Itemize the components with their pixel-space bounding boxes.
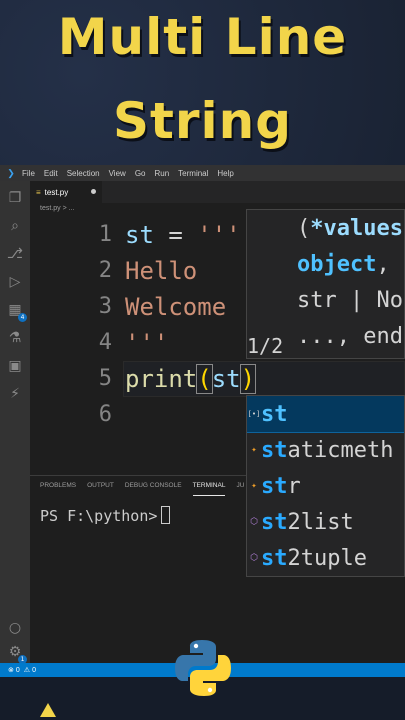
menu-help[interactable]: Help [217, 169, 233, 178]
class-icon: ✦ [251, 481, 257, 491]
class-icon: ✦ [251, 445, 257, 455]
source-control-icon[interactable]: ⎇ [6, 245, 24, 263]
suggestion-label: staticmeth [261, 437, 394, 463]
extensions-icon[interactable]: ▦ 4 [6, 301, 27, 322]
tab-problems[interactable]: PROBLEMS [40, 482, 76, 496]
menu-selection[interactable]: Selection [67, 169, 100, 178]
menu-go[interactable]: Go [135, 169, 146, 178]
tab-label: test.py [44, 187, 69, 197]
line-number: 5 [98, 366, 112, 391]
code-text: print(st) [125, 364, 257, 394]
line-number: 4 [98, 330, 112, 355]
python-logo-icon [175, 640, 231, 696]
suggestion-label: str [261, 473, 301, 499]
run-debug-icon[interactable]: ▷ [6, 273, 24, 291]
hint-signature-line-4: ..., end [297, 324, 403, 349]
terminal-prompt: PS F:\python> [40, 507, 158, 525]
suggestion-label: st2tuple [261, 545, 367, 571]
live-share-icon[interactable]: ⚡ [6, 385, 24, 403]
python-file-icon: ≡ [36, 187, 41, 197]
warning-icon[interactable]: ⚠ [24, 666, 30, 674]
line-number: 6 [98, 402, 112, 427]
tab-terminal[interactable]: TERMINAL [192, 482, 226, 496]
code-text: Hello [125, 257, 198, 285]
line-number: 2 [98, 258, 112, 283]
suggestion-item[interactable]: ✦ str [247, 468, 404, 504]
parameter-hints-popup: (*values object, str | No ..., end 1/2 [246, 209, 405, 359]
activity-bar: ❐ ⌕ ⎇ ▷ ▦ 4 ⚗ ▣ ⚡ ○ ⚙ 1 [0, 181, 30, 664]
overload-counter[interactable]: 1/2 [247, 334, 283, 358]
menu-bar: ❯ File Edit Selection View Go Run Termin… [0, 165, 405, 181]
code-line-5: 5 print(st) [30, 361, 405, 397]
explorer-icon[interactable]: ❐ [6, 189, 24, 207]
menu-edit[interactable]: Edit [44, 169, 58, 178]
menu-file[interactable]: File [22, 169, 35, 178]
menu-view[interactable]: View [109, 169, 126, 178]
function-icon: ⬡ [250, 517, 258, 527]
panel-tabs: PROBLEMS OUTPUT DEBUG CONSOLE TERMINAL J… [40, 482, 255, 496]
remote-explorer-icon[interactable]: ▣ [6, 357, 24, 375]
suggestion-item[interactable]: ⬡ st2list [247, 504, 404, 540]
testing-icon[interactable]: ⚗ [6, 329, 24, 347]
suggestion-label: st2list [261, 509, 354, 535]
triangle-icon [40, 703, 56, 717]
suggestion-item[interactable]: [•] st [247, 396, 404, 433]
hint-signature-line-2: object, [297, 252, 390, 277]
video-title-line-2: String [112, 92, 293, 150]
account-icon[interactable]: ○ [6, 619, 24, 637]
suggestion-item[interactable]: ✦ staticmeth [247, 432, 404, 468]
error-count[interactable]: 0 [16, 667, 20, 674]
terminal-prompt-line[interactable]: PS F:\python> [40, 506, 171, 525]
hint-signature-line-1: (*values [297, 216, 403, 241]
menu-run[interactable]: Run [154, 169, 169, 178]
unsaved-dot-icon[interactable] [91, 189, 96, 194]
keyword-icon: [•] [247, 410, 261, 418]
search-icon[interactable]: ⌕ [6, 217, 24, 235]
warning-count[interactable]: 0 [32, 667, 36, 674]
breadcrumb[interactable]: test.py > ... [40, 205, 74, 212]
menu-terminal[interactable]: Terminal [178, 169, 208, 178]
tab-debug-console[interactable]: DEBUG CONSOLE [125, 482, 182, 496]
tab-test-py[interactable]: ≡ test.py [30, 181, 102, 203]
code-text: Welcome [125, 293, 227, 321]
line-number: 1 [98, 222, 112, 247]
suggest-widget: [•] st ✦ staticmeth ✦ str ⬡ st2list ⬡ st… [246, 395, 405, 577]
vscode-logo-icon: ❯ [7, 167, 15, 178]
code-text: ''' [125, 329, 169, 357]
code-text: st = ''' [125, 221, 241, 249]
suggestion-item[interactable]: ⬡ st2tuple [247, 540, 404, 576]
tab-jupyter[interactable]: JU [236, 482, 244, 496]
function-icon: ⬡ [250, 553, 258, 563]
line-number: 3 [98, 294, 112, 319]
terminal-cursor [161, 506, 171, 524]
hint-signature-line-3: str | No [297, 288, 403, 313]
error-icon[interactable]: ⊗ [8, 666, 14, 674]
video-title-line-1: Multi Line [57, 8, 348, 66]
suggestion-label: st [261, 401, 288, 427]
editor-tab-bar: ≡ test.py [30, 181, 405, 203]
settings-gear-icon[interactable]: ⚙ 1 [6, 643, 27, 664]
extensions-badge: 4 [18, 313, 27, 322]
tab-output[interactable]: OUTPUT [87, 482, 114, 496]
